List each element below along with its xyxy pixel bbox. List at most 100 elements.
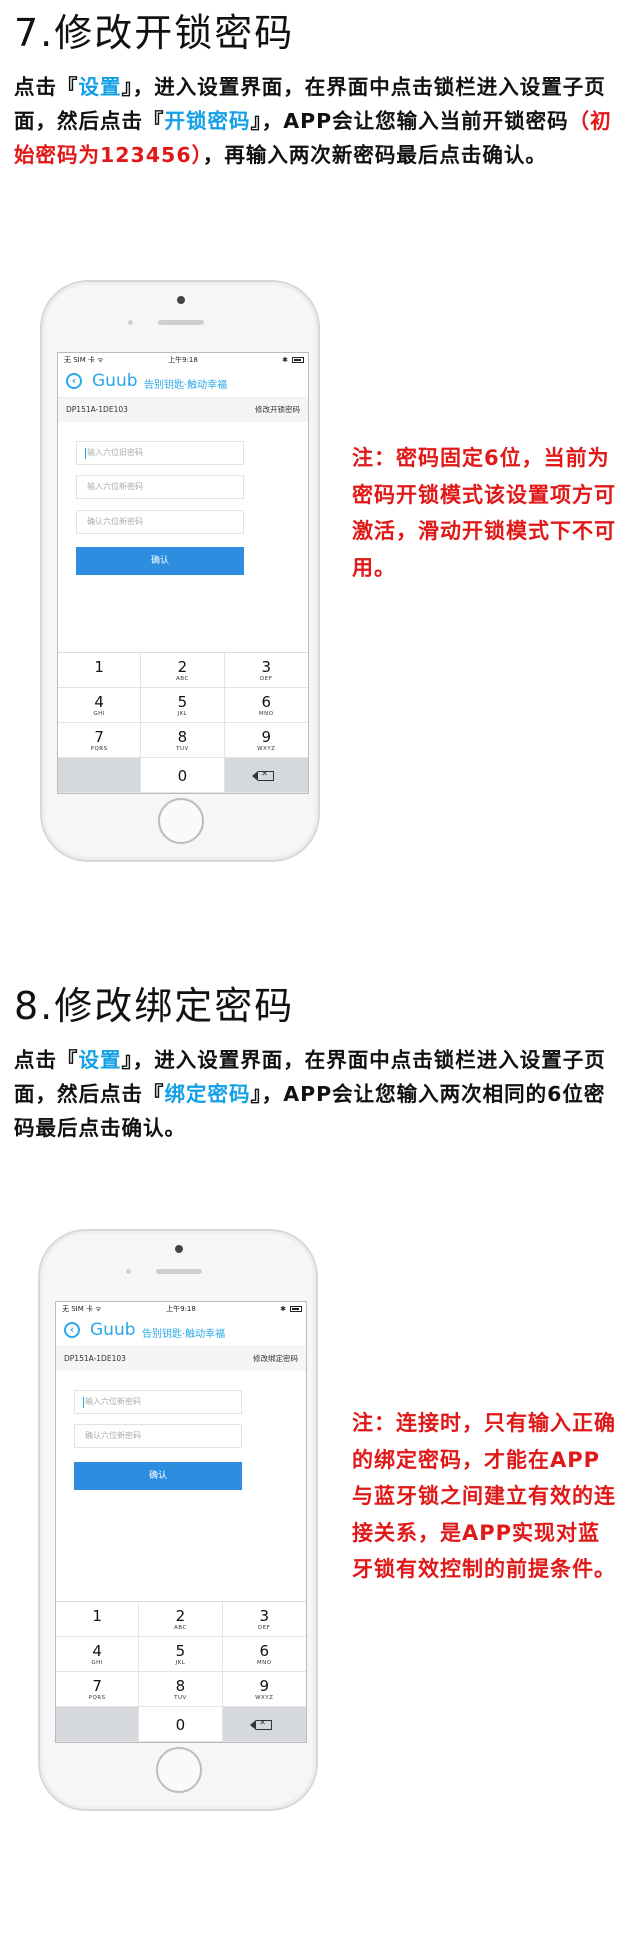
key-digit: 7 [94, 728, 104, 746]
key-7[interactable]: 7 PQRS [56, 1672, 140, 1707]
key-3[interactable]: 3 DEF [222, 1602, 306, 1637]
page-name: 修改绑定密码 [253, 1354, 298, 1363]
key-6[interactable]: 6 MNO [222, 1637, 306, 1672]
key-letters: PQRS [88, 1695, 106, 1701]
key-letters: GHI [91, 1660, 103, 1666]
key-digit: 0 [175, 1716, 186, 1734]
key-0[interactable]: 0 [141, 758, 225, 793]
highlight-binding-password: 绑定密码 [164, 1082, 251, 1106]
key-9[interactable]: 9 WXYZ [222, 1672, 306, 1707]
key-digit: 4 [92, 1642, 102, 1660]
home-button [158, 798, 204, 844]
status-bar: 无 SIM 卡 ᯤ 上午9:18 ✱ [58, 353, 308, 367]
status-time: 上午9:18 [168, 356, 198, 364]
key-letters: MNO [258, 711, 274, 717]
key-letters: TUV [174, 1695, 187, 1701]
app-slogan: 告别钥匙·触动幸福 [144, 380, 228, 391]
key-digit: 3 [261, 658, 272, 676]
key-digit: 8 [177, 728, 188, 746]
note-text: 注：密码固定6位，当前为密码开锁模式该设置项方可激活，滑动开锁模式下不可用。 [352, 446, 616, 580]
status-bar: 无 SIM 卡 ᯤ 上午9:18 ✱ [56, 1302, 306, 1316]
new-password-input[interactable]: 输入六位新密码 [76, 475, 244, 499]
section-change-unlock-password: 7.修改开锁密码 点击『设置』，进入设置界面，在界面中点击锁栏进入设置子页面，然… [0, 0, 638, 960]
key-digit: 5 [175, 1642, 186, 1660]
key-letters: JKL [177, 711, 188, 717]
key-digit: 0 [177, 767, 188, 785]
key-0[interactable]: 0 [139, 1707, 223, 1742]
para-text: 』，APP会让您输入当前开锁密码 [250, 109, 569, 133]
para-text: 点击『 [14, 1048, 79, 1072]
key-3[interactable]: 3 DEF [224, 653, 308, 688]
instruction-paragraph: 点击『设置』，进入设置界面，在界面中点击锁栏进入设置子页面，然后点击『绑定密码』… [14, 1043, 626, 1145]
key-5[interactable]: 5 JKL [139, 1637, 223, 1672]
section-title: 8.修改绑定密码 [14, 984, 295, 1028]
old-password-input[interactable]: 输入六位旧密码 [76, 441, 244, 465]
key-8[interactable]: 8 TUV [141, 723, 225, 758]
speaker-icon [158, 320, 204, 325]
backspace-icon: ✕ [252, 769, 275, 781]
key-5[interactable]: 5 JKL [141, 688, 225, 723]
home-button [156, 1747, 202, 1793]
key-2[interactable]: 2 ABC [141, 653, 225, 688]
phone-mockup: 无 SIM 卡 ᯤ 上午9:18 ✱ ‹ Guub 告别钥匙·触动幸福 DP15… [38, 1229, 318, 1811]
para-text: ，再输入两次新密码最后点击确认。 [202, 143, 547, 167]
key-6[interactable]: 6 MNO [224, 688, 308, 723]
key-digit: 6 [261, 693, 272, 711]
confirm-button[interactable]: 确认 [76, 547, 244, 575]
key-digit: 1 [92, 1607, 102, 1625]
camera-icon [175, 1245, 183, 1253]
key-letters: PQRS [90, 746, 108, 752]
speaker-icon [156, 1269, 202, 1274]
back-arrow-icon[interactable]: ‹ [64, 1322, 80, 1338]
section-title: 7.修改开锁密码 [14, 11, 295, 55]
key-digit: 4 [94, 693, 104, 711]
key-4[interactable]: 4 GHI [56, 1637, 140, 1672]
battery-icon [290, 1306, 302, 1312]
key-letters: MNO [256, 1660, 272, 1666]
backspace-key[interactable]: ✕ [224, 758, 308, 793]
device-id: DP151A-1DE103 [64, 1354, 126, 1363]
phone-screen: 无 SIM 卡 ᯤ 上午9:18 ✱ ‹ Guub 告别钥匙·触动幸福 DP15… [55, 1301, 307, 1743]
backspace-icon: ✕ [250, 1718, 273, 1730]
key-letters: WXYZ [255, 1695, 274, 1701]
key-2[interactable]: 2 ABC [139, 1602, 223, 1637]
key-1[interactable]: 1 [56, 1602, 140, 1637]
note-text: 注：连接时，只有输入正确的绑定密码，才能在APP与蓝牙锁之间建立有效的连接关系，… [352, 1411, 616, 1581]
key-letters: DEF [258, 1625, 271, 1631]
phone-screen: 无 SIM 卡 ᯤ 上午9:18 ✱ ‹ Guub 告别钥匙·触动幸福 DP15… [57, 352, 309, 794]
back-arrow-icon[interactable]: ‹ [66, 373, 82, 389]
para-text: 点击『 [14, 75, 79, 99]
key-blank [56, 1707, 140, 1742]
key-digit: 8 [175, 1677, 186, 1695]
key-digit: 7 [92, 1677, 102, 1695]
key-letters: WXYZ [257, 746, 276, 752]
key-9[interactable]: 9 WXYZ [224, 723, 308, 758]
key-4[interactable]: 4 GHI [58, 688, 142, 723]
key-letters: TUV [176, 746, 189, 752]
section-change-binding-password: 8.修改绑定密码 点击『设置』，进入设置界面，在界面中点击锁栏进入设置子页面，然… [0, 975, 638, 1934]
highlight-settings: 设置 [78, 75, 122, 99]
phone-mockup: 无 SIM 卡 ᯤ 上午9:18 ✱ ‹ Guub 告别钥匙·触动幸福 DP15… [40, 280, 320, 862]
key-digit: 2 [177, 658, 188, 676]
key-letters: GHI [93, 711, 105, 717]
sensor-icon [126, 1269, 131, 1274]
key-7[interactable]: 7 PQRS [58, 723, 142, 758]
key-digit: 2 [175, 1607, 186, 1625]
key-digit: 9 [261, 728, 272, 746]
new-password-input[interactable]: 输入六位新密码 [74, 1390, 242, 1414]
backspace-key[interactable]: ✕ [222, 1707, 306, 1742]
key-letters: ABC [174, 1625, 187, 1631]
highlight-settings: 设置 [78, 1048, 122, 1072]
confirm-button[interactable]: 确认 [74, 1462, 242, 1490]
device-id: DP151A-1DE103 [66, 405, 128, 414]
confirm-password-input[interactable]: 确认六位新密码 [76, 510, 244, 534]
key-digit: 6 [259, 1642, 270, 1660]
app-logo: Guub [92, 371, 138, 391]
battery-icon [292, 357, 304, 363]
key-blank [58, 758, 142, 793]
key-digit: 1 [94, 658, 104, 676]
key-1[interactable]: 1 [58, 653, 142, 688]
camera-icon [177, 296, 185, 304]
confirm-password-input[interactable]: 确认六位新密码 [74, 1424, 242, 1448]
key-8[interactable]: 8 TUV [139, 1672, 223, 1707]
